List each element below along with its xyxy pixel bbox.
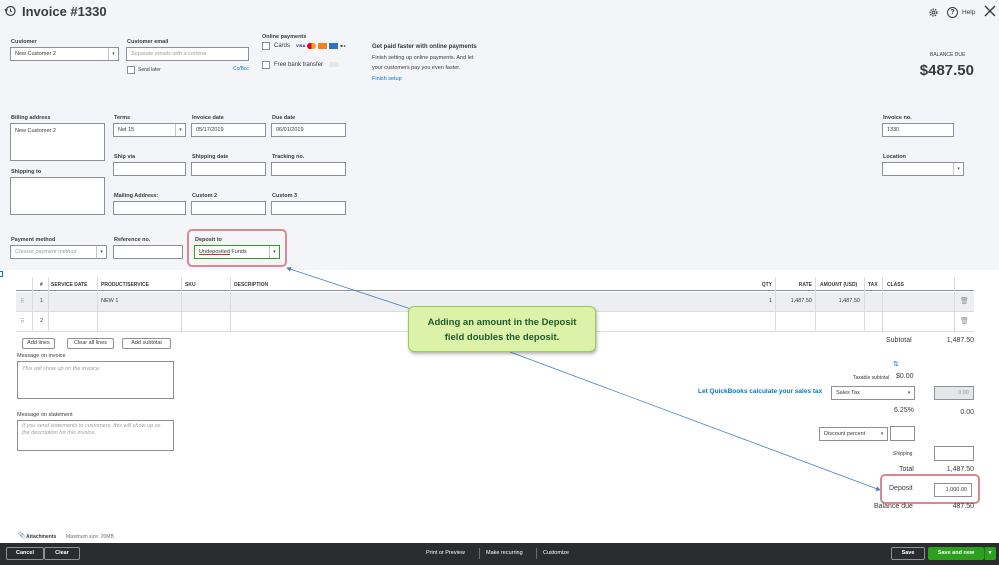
annotation-callout: Adding an amount in the Deposit field do… <box>408 306 596 352</box>
arrow-to-deposit-to <box>286 266 421 313</box>
chevron-down-icon: ▾ <box>988 550 992 556</box>
save-and-new-button[interactable]: Save and new <box>928 547 984 560</box>
save-button[interactable]: Save <box>891 547 925 560</box>
cancel-button[interactable]: Cancel <box>6 547 44 560</box>
save-options-dropdown[interactable]: ▾ <box>984 547 996 560</box>
callout-line-2: field doubles the deposit. <box>444 332 560 343</box>
customize-link[interactable]: Customize <box>543 550 569 556</box>
footer-divider <box>479 548 480 559</box>
print-preview-link[interactable]: Print or Preview <box>426 550 465 556</box>
footer-divider <box>536 548 537 559</box>
callout-line-1: Adding an amount in the Deposit <box>427 317 577 328</box>
clear-button[interactable]: Clear <box>44 547 80 560</box>
callout-arrows <box>286 266 881 491</box>
arrow-to-deposit-amount <box>509 351 881 491</box>
make-recurring-link[interactable]: Make recurring <box>486 550 523 556</box>
